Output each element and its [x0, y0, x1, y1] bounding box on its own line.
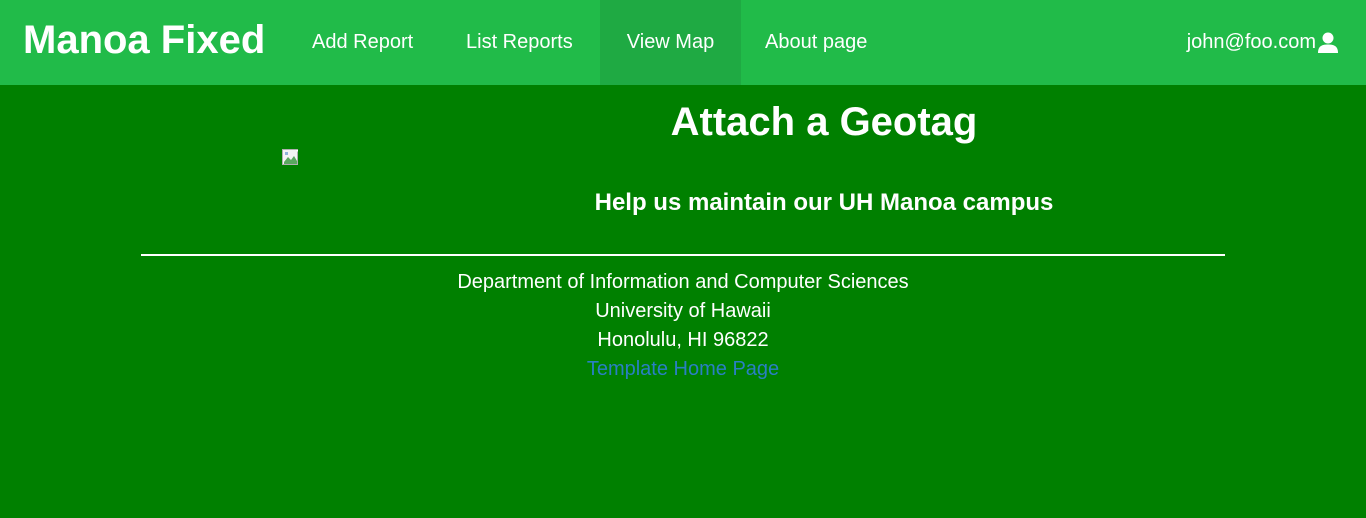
nav-add-report-label: Add Report [312, 31, 414, 53]
brand-logo-link[interactable]: Manoa Fixed [23, 16, 265, 64]
user-icon [1318, 32, 1338, 54]
nav-about-page-label: About page [765, 31, 868, 53]
page-subtitle: Help us maintain our UH Manoa campus [594, 189, 1054, 216]
nav-list-reports[interactable]: List Reports [454, 0, 585, 85]
nav-add-report[interactable]: Add Report [301, 0, 424, 85]
user-menu-dropdown[interactable]: john@foo.com [1187, 0, 1338, 85]
page-title: Attach a Geotag [670, 100, 978, 144]
nav-list-reports-label: List Reports [466, 31, 573, 53]
user-email: john@foo.com [1186, 31, 1316, 53]
nav-about-page[interactable]: About page [753, 0, 879, 85]
top-navbar: Manoa Fixed Add Report List Reports View… [0, 0, 1366, 85]
nav-view-map-label: View Map [626, 31, 715, 53]
footer: Department of Information and Computer S… [141, 268, 1225, 384]
footer-divider [141, 254, 1225, 256]
template-home-page-link[interactable]: Template Home Page [587, 358, 779, 380]
footer-department: Department of Information and Computer S… [457, 271, 909, 293]
footer-address: Honolulu, HI 96822 [597, 329, 769, 351]
footer-university: University of Hawaii [595, 300, 771, 322]
broken-image-icon [282, 149, 306, 173]
nav-view-map[interactable]: View Map [600, 0, 741, 85]
